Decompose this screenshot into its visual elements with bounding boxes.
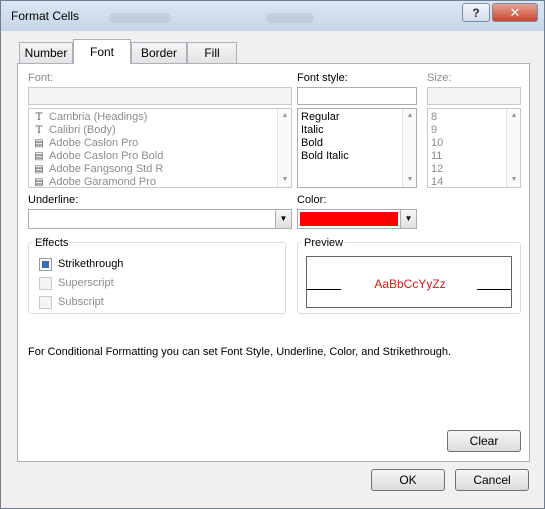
list-item[interactable]: Bold Italic <box>301 150 349 163</box>
size-input[interactable] <box>427 87 521 105</box>
scroll-up-icon[interactable]: ▲ <box>403 109 416 123</box>
color-dropdown[interactable]: ▼ <box>297 209 417 229</box>
tab-font[interactable]: Font <box>73 39 131 64</box>
list-item[interactable]: T Cambria (Headings) <box>32 111 148 124</box>
color-label: Color: <box>297 194 327 206</box>
list-item[interactable]: Regular <box>301 111 340 124</box>
chevron-down-icon[interactable]: ▼ <box>275 210 291 228</box>
font-tab-panel: Font: T Cambria (Headings) T Calibri (Body… <box>17 63 530 462</box>
font-input[interactable] <box>28 87 292 105</box>
color-swatch <box>300 212 398 226</box>
effects-group: Effects Strikethrough Superscript Subscr… <box>28 237 286 314</box>
truetype-font-icon: T <box>35 112 43 123</box>
ok-button[interactable]: OK <box>371 469 445 491</box>
preview-sample-text: AaBbCcYyZz <box>374 277 446 291</box>
printer-font-icon: ▤ <box>34 164 44 175</box>
info-text: For Conditional Formatting you can set F… <box>28 346 452 358</box>
truetype-font-icon: T <box>35 125 43 136</box>
underline-dropdown[interactable]: ▼ <box>28 209 292 229</box>
subscript-checkbox[interactable]: Subscript <box>39 295 104 309</box>
font-label: Font: <box>28 72 54 84</box>
list-item[interactable]: ▤ Adobe Caslon Pro <box>32 137 138 150</box>
scroll-down-icon[interactable]: ▼ <box>278 173 291 187</box>
preview-box: AaBbCcYyZz <box>306 256 512 308</box>
tab-fill[interactable]: Fill <box>187 42 237 63</box>
underline-label: Underline: <box>28 194 79 206</box>
size-label: Size: <box>427 72 452 84</box>
list-item[interactable]: 9 <box>431 124 437 137</box>
close-button[interactable]: ✕ <box>492 3 538 22</box>
superscript-label: Superscript <box>58 277 114 289</box>
scroll-down-icon[interactable]: ▼ <box>507 173 520 187</box>
scroll-up-icon[interactable]: ▲ <box>507 109 520 123</box>
strikethrough-label: Strikethrough <box>58 258 124 270</box>
list-item[interactable]: 8 <box>431 111 437 124</box>
font-list[interactable]: T Cambria (Headings) T Calibri (Body) ▤ Ado… <box>28 108 292 188</box>
list-item[interactable]: 12 <box>431 163 443 176</box>
superscript-checkbox[interactable]: Superscript <box>39 276 114 290</box>
font-list-scrollbar[interactable]: ▲ ▼ <box>277 109 291 187</box>
background-ribbon-ghost <box>109 13 171 23</box>
checkbox-checked-icon[interactable] <box>39 257 52 271</box>
window-title: Format Cells <box>11 9 80 23</box>
size-list-scrollbar[interactable]: ▲ ▼ <box>506 109 520 187</box>
tab-number[interactable]: Number <box>19 42 73 63</box>
list-item[interactable]: T Calibri (Body) <box>32 124 116 137</box>
list-item[interactable]: Italic <box>301 124 324 137</box>
scroll-down-icon[interactable]: ▼ <box>403 173 416 187</box>
font-style-list-scrollbar[interactable]: ▲ ▼ <box>402 109 416 187</box>
subscript-label: Subscript <box>58 296 104 308</box>
strikethrough-checkbox[interactable]: Strikethrough <box>39 257 123 271</box>
scroll-up-icon[interactable]: ▲ <box>278 109 291 123</box>
dialog-body: Number Font Border Fill Font: T Cambria (… <box>7 31 538 502</box>
format-cells-dialog: Format Cells ? ✕ Number Font Border Fill… <box>0 0 545 509</box>
checkbox-icon[interactable] <box>39 295 52 309</box>
tab-border[interactable]: Border <box>131 42 187 63</box>
preview-label: Preview <box>302 237 346 249</box>
cancel-button[interactable]: Cancel <box>455 469 529 491</box>
background-ribbon-ghost <box>266 13 314 23</box>
font-style-list[interactable]: Regular Italic Bold Bold Italic ▲ ▼ <box>297 108 417 188</box>
list-item[interactable]: 14 <box>431 176 443 187</box>
list-item[interactable]: ▤ Adobe Caslon Pro Bold <box>32 150 163 163</box>
list-item[interactable]: ▤ Adobe Fangsong Std R <box>32 163 163 176</box>
preview-group: Preview AaBbCcYyZz <box>297 237 521 314</box>
title-bar[interactable]: Format Cells ? ✕ <box>1 1 544 31</box>
effects-label: Effects <box>33 237 71 249</box>
printer-font-icon: ▤ <box>34 138 44 149</box>
size-list[interactable]: 8 9 10 11 12 14 ▲ ▼ <box>427 108 521 188</box>
help-button[interactable]: ? <box>462 3 490 22</box>
printer-font-icon: ▤ <box>34 177 44 188</box>
printer-font-icon: ▤ <box>34 151 44 162</box>
list-item[interactable]: Bold <box>301 137 323 150</box>
checkbox-icon[interactable] <box>39 276 52 290</box>
list-item[interactable]: 11 <box>431 150 442 163</box>
font-style-input[interactable] <box>297 87 417 105</box>
clear-button[interactable]: Clear <box>447 430 521 452</box>
chevron-down-icon[interactable]: ▼ <box>400 210 416 228</box>
list-item[interactable]: 10 <box>431 137 443 150</box>
list-item[interactable]: ▤ Adobe Garamond Pro <box>32 176 156 188</box>
font-style-label: Font style: <box>297 72 348 84</box>
